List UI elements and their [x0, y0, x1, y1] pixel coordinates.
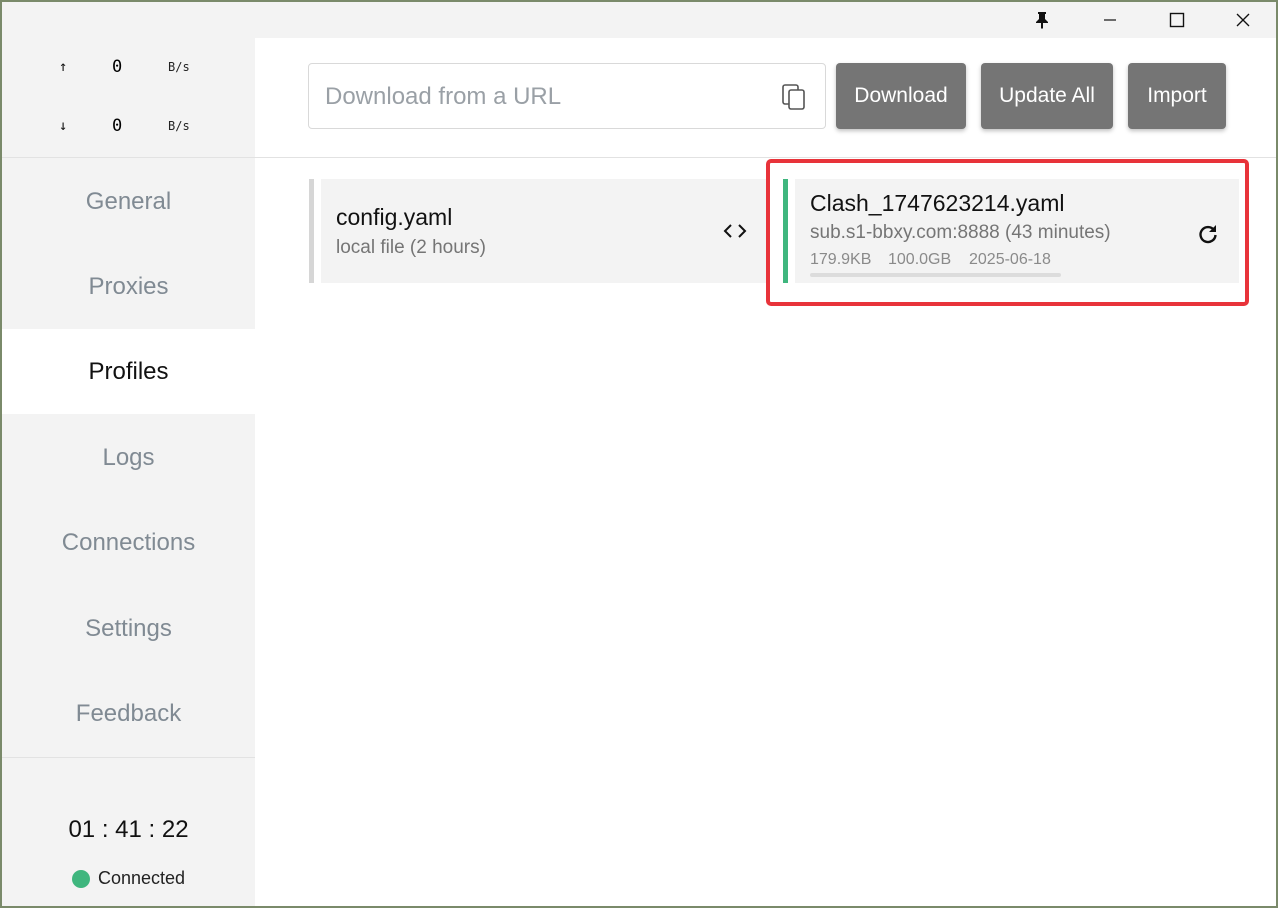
sidebar-item-logs[interactable]: Logs [2, 415, 255, 500]
sidebar-item-profiles[interactable]: Profiles [2, 329, 255, 414]
download-value: 0 [112, 116, 123, 136]
sidebar-divider-bottom [2, 757, 255, 758]
upload-speed: ↑ 0 B/s [2, 53, 255, 83]
title-bar [2, 2, 1276, 38]
close-icon [1236, 13, 1250, 27]
app-window: ↑ 0 B/s ↓ 0 B/s General Proxies Profiles… [2, 2, 1276, 906]
paste-icon[interactable] [781, 83, 807, 111]
update-all-button[interactable]: Update All [981, 63, 1113, 129]
sidebar-item-settings[interactable]: Settings [2, 586, 255, 671]
profile-card-config[interactable]: config.yaml local file (2 hours) [309, 179, 767, 283]
download-unit: B/s [168, 119, 190, 133]
sidebar: ↑ 0 B/s ↓ 0 B/s General Proxies Profiles… [2, 38, 255, 906]
sidebar-item-connections[interactable]: Connections [2, 500, 255, 585]
selection-highlight [766, 159, 1249, 306]
profiles-toolbar: Download Update All Import [255, 38, 1276, 158]
maximize-button[interactable] [1144, 2, 1210, 38]
status-label: Connected [97, 868, 186, 888]
sidebar-divider-top [2, 157, 255, 158]
minimize-button[interactable] [1077, 2, 1143, 38]
upload-arrow-icon: ↑ [59, 59, 68, 75]
pin-icon [1036, 12, 1048, 29]
download-arrow-icon: ↓ [59, 118, 68, 134]
sidebar-item-feedback[interactable]: Feedback [2, 671, 255, 756]
upload-unit: B/s [168, 60, 190, 74]
connection-status: Connected [2, 868, 255, 889]
profile-name: config.yaml [336, 204, 453, 230]
maximize-icon [1169, 12, 1185, 28]
close-button[interactable] [1210, 2, 1276, 38]
connection-timer: 01 : 41 : 22 [68, 816, 189, 843]
upload-value: 0 [112, 57, 123, 77]
sidebar-item-general[interactable]: General [2, 159, 255, 244]
url-field[interactable] [308, 63, 826, 129]
url-input[interactable] [323, 74, 767, 120]
code-brackets-icon[interactable] [722, 223, 748, 239]
profile-source: local file (2 hours) [336, 237, 486, 258]
minimize-icon [1104, 19, 1116, 21]
status-dot-icon [71, 869, 90, 888]
sidebar-item-proxies[interactable]: Proxies [2, 244, 255, 329]
import-button[interactable]: Import [1128, 63, 1226, 129]
download-speed: ↓ 0 B/s [2, 112, 255, 142]
pin-button[interactable] [1009, 2, 1075, 38]
download-button[interactable]: Download [836, 63, 966, 129]
